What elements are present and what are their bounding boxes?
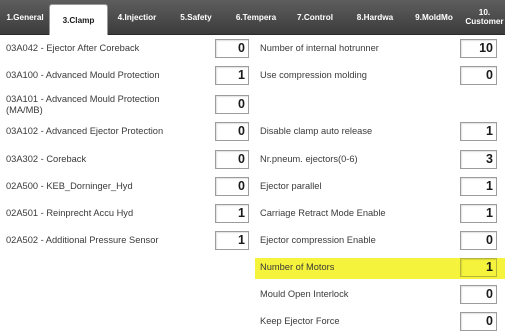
tab-general[interactable]: 1.General [2, 0, 48, 34]
param-label: 02A502 - Additional Pressure Sensor [6, 235, 159, 245]
tab-customer-line1: 10. [478, 8, 491, 17]
param-label: Carriage Retract Mode Enable [260, 208, 386, 218]
param-value-field[interactable]: 0 [460, 285, 497, 304]
param-value-field[interactable]: 1 [460, 177, 497, 196]
param-value-field[interactable]: 0 [215, 95, 249, 114]
tab-injection[interactable]: 4.Injectior [110, 0, 164, 34]
param-value-field[interactable]: 0 [460, 312, 497, 331]
param-value-field[interactable]: 1 [215, 204, 249, 223]
param-value-field[interactable]: 1 [460, 204, 497, 223]
param-value-field[interactable]: 0 [215, 39, 249, 58]
tab-moldmotion[interactable]: 9.MoldMo [406, 0, 462, 34]
param-label: 03A042 - Ejector After Coreback [6, 43, 140, 53]
param-label: 03A100 - Advanced Mould Protection [6, 70, 160, 80]
param-label: Ejector parallel [260, 181, 322, 191]
param-value-field[interactable]: 0 [215, 122, 249, 141]
param-value-field[interactable]: 1 [215, 231, 249, 250]
param-label: Mould Open Interlock [260, 289, 349, 299]
param-value-field[interactable]: 0 [215, 150, 249, 169]
tab-clamp[interactable]: 3.Clamp [49, 4, 108, 35]
tab-temperature[interactable]: 6.Tempera [228, 0, 284, 34]
param-label: Disable clamp auto release [260, 126, 373, 136]
tab-customer-line2: Customer [465, 17, 504, 26]
param-value-field[interactable]: 0 [460, 66, 497, 85]
tab-customer[interactable]: 10. Customer [464, 0, 505, 34]
param-label: (MA/MB) [6, 105, 43, 115]
tab-hardware[interactable]: 8.Hardwa [346, 0, 404, 34]
param-label: Ejector compression Enable [260, 235, 376, 245]
param-label: Nr.pneum. ejectors(0-6) [260, 154, 358, 164]
param-label-selected: Number of Motors [260, 262, 335, 272]
param-value-field[interactable]: 3 [460, 150, 497, 169]
param-value-field[interactable]: 10 [460, 39, 497, 58]
param-label: Use compression molding [260, 70, 367, 80]
param-label: 03A101 - Advanced Mould Protection [6, 94, 160, 104]
param-label: Keep Ejector Force [260, 316, 340, 326]
param-label: 03A102 - Advanced Ejector Protection [6, 126, 164, 136]
tab-bar: 1.General 3.Clamp 4.Injectior 5.Safety 6… [0, 0, 505, 35]
param-label: 03A302 - Coreback [6, 154, 87, 164]
tab-control[interactable]: 7.Control [286, 0, 344, 34]
tab-safety[interactable]: 5.Safety [166, 0, 226, 34]
param-value-field-selected[interactable]: 1 [460, 258, 497, 277]
param-label: 02A500 - KEB_Dorninger_Hyd [6, 181, 133, 191]
param-value-field[interactable]: 1 [460, 122, 497, 141]
param-value-field[interactable]: 1 [215, 66, 249, 85]
param-label: 02A501 - Reinprecht Accu Hyd [6, 208, 134, 218]
param-value-field[interactable]: 0 [460, 231, 497, 250]
param-label: Number of internal hotrunner [260, 43, 379, 53]
param-value-field[interactable]: 0 [215, 177, 249, 196]
